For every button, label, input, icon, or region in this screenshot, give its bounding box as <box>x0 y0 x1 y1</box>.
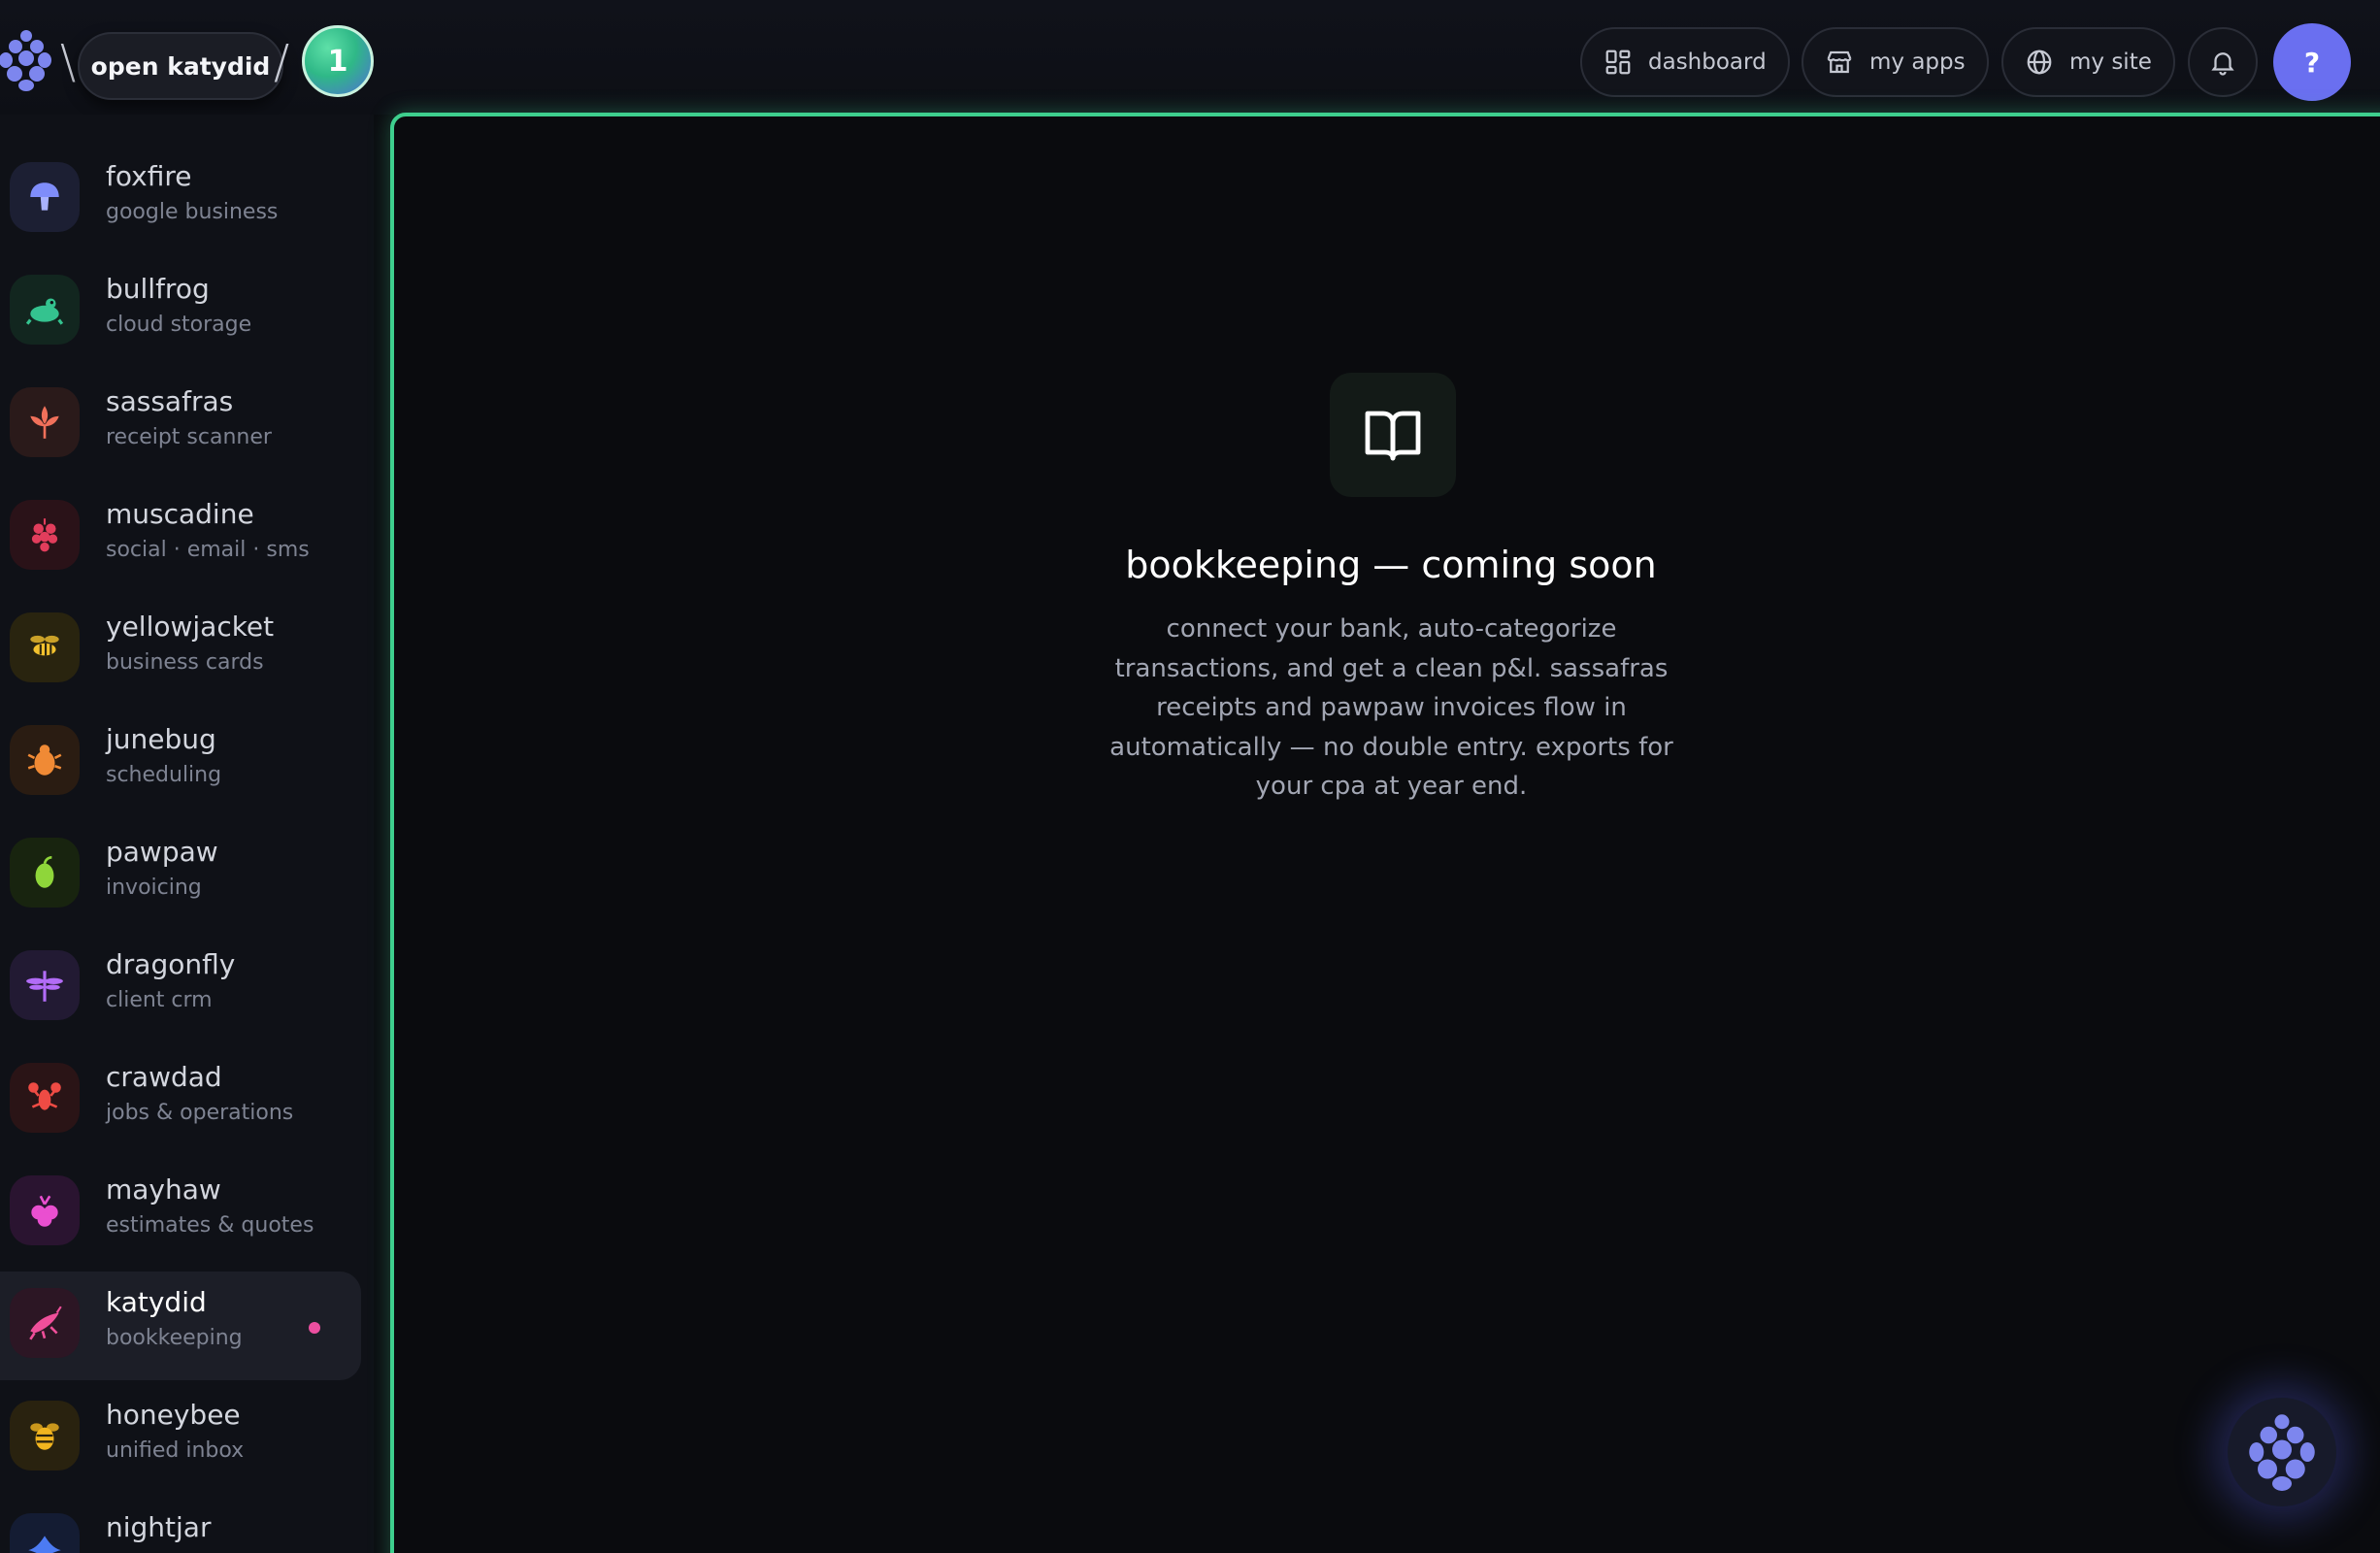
sidebar-item-foxfire[interactable]: foxfire google business <box>0 146 361 254</box>
my-site-label: my site <box>2069 50 2152 75</box>
sidebar-item-crawdad[interactable]: crawdad jobs & operations <box>0 1046 361 1155</box>
sidebar-item-name: pawpaw <box>106 836 218 868</box>
sidebar-item-name: foxfire <box>106 160 192 192</box>
app-window: \ open katydid / 1 dashboard my apps my … <box>0 0 2380 1553</box>
sidebar-item-name: nightjar <box>106 1511 212 1543</box>
sidebar-item-name: crawdad <box>106 1061 222 1093</box>
sidebar-item-katydid[interactable]: katydid bookkeeping <box>0 1272 361 1380</box>
beetle-icon <box>10 725 80 795</box>
coming-soon-title: bookkeeping — coming soon <box>1125 544 1657 586</box>
store-icon <box>1827 50 1852 74</box>
sidebar-item-sassafras[interactable]: sassafras receipt scanner <box>0 371 361 479</box>
leaf-icon <box>10 387 80 457</box>
sidebar-item-nightjar[interactable]: nightjar <box>0 1497 361 1553</box>
sidebar-item-subtitle: cloud storage <box>106 313 252 337</box>
sidebar-item-name: bullfrog <box>106 273 210 305</box>
main-content-panel <box>390 113 2380 1553</box>
wasp-icon <box>10 612 80 682</box>
dragonfly-icon <box>10 950 80 1020</box>
breadcrumb-separator: \ <box>60 35 77 89</box>
bee-icon <box>10 1401 80 1470</box>
berry-icon <box>10 1175 80 1245</box>
sidebar-item-name: dragonfly <box>106 948 236 980</box>
mushroom-icon <box>10 162 80 232</box>
sidebar-item-name: honeybee <box>106 1399 241 1431</box>
sidebar-item-subtitle: scheduling <box>106 763 222 787</box>
sidebar-item-pawpaw[interactable]: pawpaw invoicing <box>0 821 361 930</box>
sidebar-item-honeybee[interactable]: honeybee unified inbox <box>0 1384 361 1493</box>
bird-icon <box>10 1513 80 1553</box>
sidebar-item-bullfrog[interactable]: bullfrog cloud storage <box>0 258 361 367</box>
sidebar-item-subtitle: unified inbox <box>106 1438 245 1463</box>
my-apps-label: my apps <box>1869 50 1966 75</box>
sidebar-item-subtitle: business cards <box>106 650 264 675</box>
sidebar-item-subtitle: jobs & operations <box>106 1101 294 1125</box>
notification-count-badge[interactable]: 1 <box>302 25 374 97</box>
sidebar-item-subtitle: client crm <box>106 988 213 1012</box>
open-app-button[interactable]: open katydid <box>78 32 283 100</box>
my-site-button[interactable]: my site <box>2001 27 2175 97</box>
sidebar-item-subtitle: receipt scanner <box>106 425 272 449</box>
app-sidebar: foxfire google business bullfrog cloud s… <box>0 115 374 1553</box>
sidebar-item-name: yellowjacket <box>106 611 275 643</box>
help-button[interactable]: ? <box>2273 23 2351 101</box>
active-indicator-dot <box>309 1322 320 1334</box>
bell-icon <box>2211 52 2234 76</box>
book-icon <box>1330 373 1456 497</box>
grid-icon <box>1605 50 1631 75</box>
sidebar-item-name: katydid <box>106 1286 207 1318</box>
dashboard-button[interactable]: dashboard <box>1580 27 1790 97</box>
notifications-button[interactable] <box>2188 27 2258 97</box>
pinecone-icon <box>2249 1414 2315 1491</box>
sidebar-item-junebug[interactable]: junebug scheduling <box>0 709 361 817</box>
coming-soon-description: connect your bank, auto-categorize trans… <box>1109 614 1673 801</box>
crawfish-icon <box>10 1063 80 1133</box>
my-apps-button[interactable]: my apps <box>1802 27 1989 97</box>
sidebar-item-name: mayhaw <box>106 1173 221 1206</box>
top-bar: \ open katydid / 1 dashboard my apps my … <box>0 0 2380 115</box>
sidebar-item-subtitle: bookkeeping <box>106 1326 243 1350</box>
frog-icon <box>10 275 80 345</box>
sidebar-item-subtitle: estimates & quotes <box>106 1213 314 1238</box>
sidebar-item-mayhaw[interactable]: mayhaw estimates & quotes <box>0 1159 361 1268</box>
sidebar-item-name: junebug <box>106 723 216 755</box>
sidebar-item-yellowjacket[interactable]: yellowjacket business cards <box>0 596 361 705</box>
sidebar-item-dragonfly[interactable]: dragonfly client crm <box>0 934 361 1042</box>
assistant-button[interactable] <box>2228 1398 2336 1506</box>
katydid-icon <box>10 1288 80 1358</box>
globe-icon <box>2027 50 2052 75</box>
dashboard-label: dashboard <box>1648 50 1767 75</box>
breadcrumb-separator: / <box>274 35 290 89</box>
sidebar-item-name: muscadine <box>106 498 254 530</box>
sidebar-item-name: sassafras <box>106 385 234 417</box>
sidebar-item-subtitle: google business <box>106 200 279 224</box>
pinecone-logo-icon[interactable] <box>0 29 52 91</box>
fruit-icon <box>10 838 80 908</box>
sidebar-item-subtitle: invoicing <box>106 876 202 900</box>
